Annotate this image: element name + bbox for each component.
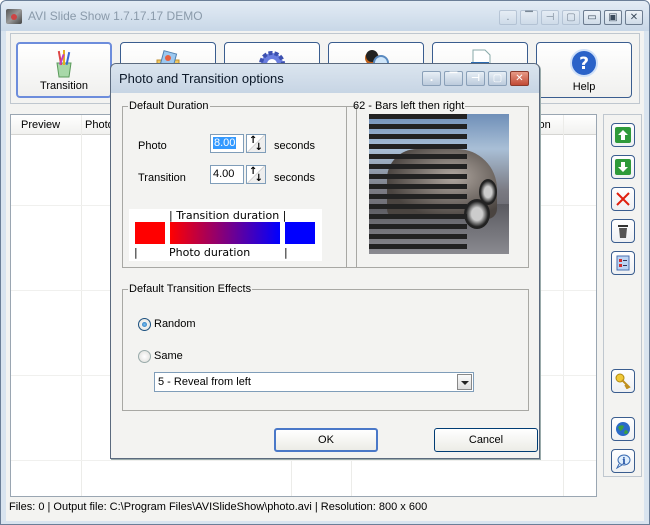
transition-gradient-bar [170,222,280,244]
timeline-left-tick: | [134,246,138,259]
globe-icon [616,422,630,436]
dock-bottom-button[interactable]: . [499,10,517,25]
red-x-icon [616,192,630,206]
dock-top-button[interactable]: ▔ [520,10,538,25]
app-title: AVI Slide Show 1.7.17.17 DEMO [28,9,203,23]
info-icon: i [615,454,631,469]
dock-fill-button[interactable]: ▢ [562,10,580,25]
svg-text:?: ? [579,54,589,74]
website-button[interactable] [611,417,635,441]
arrow-down-icon [615,159,631,175]
trash-icon [618,225,628,238]
options-dialog: Photo and Transition options . ▔ ⊣ ▢ ✕ D… [110,63,540,459]
transition-duration-label: Transition [138,172,186,184]
dialog-close-button[interactable]: ✕ [510,71,529,86]
chevron-down-icon[interactable] [457,374,472,390]
photo-end-bar [285,222,315,244]
help-button-label: Help [572,81,596,93]
dialog-dock-right-button[interactable]: ⊣ [466,71,485,86]
effect-select-value: 5 - Reveal from left [158,376,251,388]
same-radio[interactable] [138,350,151,363]
timeline-transition-label: | Transition duration | [169,209,287,222]
transition-duration-input[interactable]: 4.00 [210,165,244,184]
dialog-title-bar: Photo and Transition options . ▔ ⊣ ▢ ✕ [111,64,539,93]
side-panel: i [603,114,642,477]
photo-seconds-label: seconds [274,140,315,152]
column-header-preview[interactable]: Preview [21,119,60,131]
dialog-title: Photo and Transition options [119,71,284,86]
effect-select[interactable]: 5 - Reveal from left [154,372,474,392]
default-effects-legend: Default Transition Effects [129,283,252,295]
app-icon [6,9,22,24]
cancel-button[interactable]: Cancel [434,428,538,452]
svg-text:i: i [622,457,626,467]
photo-duration-label: Photo [138,140,167,152]
same-radio-label[interactable]: Same [154,350,183,362]
dialog-dock-top-button[interactable]: ▔ [444,71,463,86]
about-button[interactable]: i [611,449,635,473]
transition-button[interactable]: Transition [16,42,112,98]
timeline-photo-label: Photo duration [169,246,251,259]
remove-button[interactable] [611,187,635,211]
maximize-button[interactable]: ▣ [604,10,622,25]
transition-preview-image [369,114,509,254]
minimize-button[interactable]: ▭ [583,10,601,25]
close-button[interactable]: ✕ [625,10,643,25]
register-button[interactable] [611,369,635,393]
timeline-right-tick: | [284,246,288,259]
help-button[interactable]: ? Help [536,42,632,98]
ok-button[interactable]: OK [274,428,378,452]
title-bar: AVI Slide Show 1.7.17.17 DEMO . ▔ ⊣ ▢ ▭ … [1,1,649,31]
dock-right-button[interactable]: ⊣ [541,10,559,25]
paintbrushes-icon [56,50,72,78]
help-icon: ? [570,49,598,77]
dialog-dock-bottom-button[interactable]: . [422,71,441,86]
transition-seconds-label: seconds [274,172,315,184]
duration-timeline: | Transition duration | | Photo duration… [129,209,322,261]
dialog-dock-fill-button[interactable]: ▢ [488,71,507,86]
properties-button[interactable] [611,251,635,275]
arrow-up-icon [615,127,631,143]
transition-duration-spinner[interactable]: ↑ ↓ [246,165,266,184]
preview-legend: 62 - Bars left then right [353,100,465,112]
move-down-button[interactable] [611,155,635,179]
delete-all-button[interactable] [611,219,635,243]
transition-button-label: Transition [40,80,88,92]
move-up-button[interactable] [611,123,635,147]
checklist-icon [616,255,630,271]
random-radio[interactable] [138,318,151,331]
key-icon [615,373,631,389]
default-duration-legend: Default Duration [129,100,209,112]
photo-duration-input[interactable]: 8.00 [210,134,244,153]
status-bar: Files: 0 | Output file: C:\Program Files… [9,501,428,513]
photo-duration-spinner[interactable]: ↑ ↓ [246,134,266,153]
photo-start-bar [135,222,165,244]
random-radio-label[interactable]: Random [154,318,196,330]
